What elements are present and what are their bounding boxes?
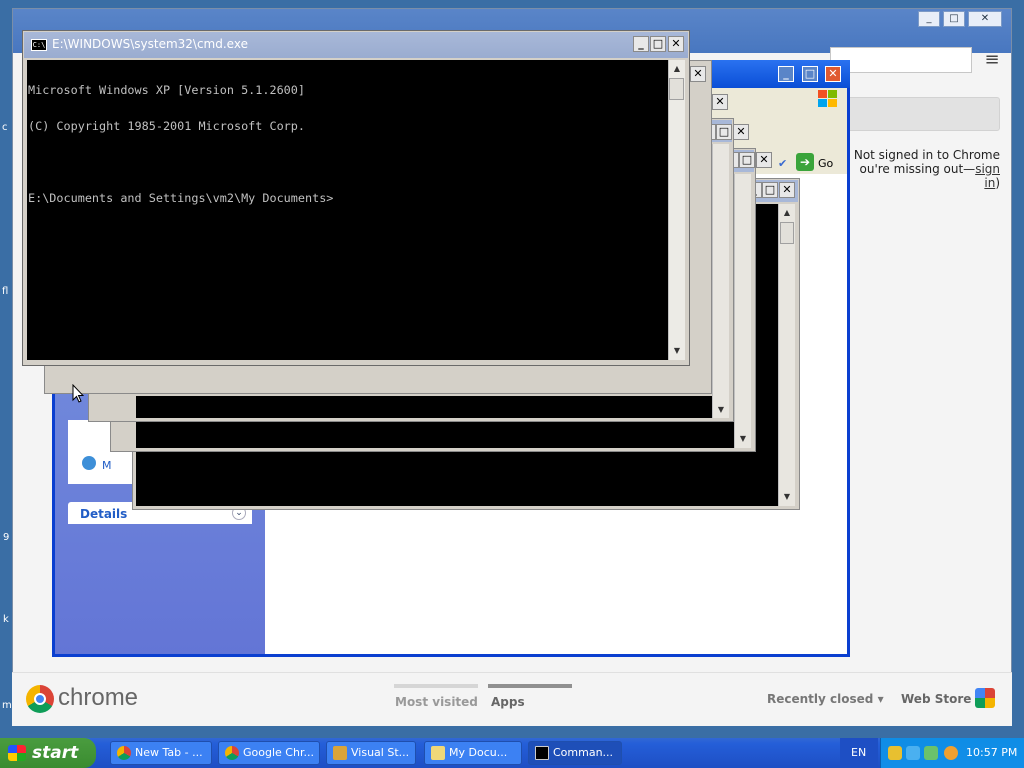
start-label: start [32,743,79,763]
app-tray-icon[interactable] [924,746,938,760]
visual-studio-icon [333,746,347,760]
chrome-search-area[interactable] [846,97,1000,131]
web-store-icon[interactable] [975,688,995,708]
sign-in-promo: Not signed in to Chrome ou're missing ou… [850,148,1000,190]
cmd-output[interactable]: Microsoft Windows XP [Version 5.1.2600] … [28,60,668,216]
chrome-menu-icon[interactable]: ≡ [982,51,1002,70]
scroll-down-icon[interactable]: ▼ [669,344,685,358]
language-indicator[interactable]: EN [851,746,866,759]
desktop-fragment: fl [2,286,9,297]
cmd-icon [535,746,549,760]
folder-icon [431,746,445,760]
desktop-fragment: m [2,700,12,711]
maximize-button[interactable]: □ [739,152,755,168]
maximize-button[interactable]: □ [650,36,666,52]
chrome-icon [225,746,239,760]
close-button[interactable]: ✕ [733,124,749,140]
clock[interactable]: 10:57 PM [966,746,1017,759]
sign-in-promo-suffix: ) [995,176,1000,190]
go-button[interactable]: Go [818,157,833,170]
cmd-console[interactable] [136,422,734,448]
web-store-link[interactable]: Web Store [901,692,971,706]
address-dropdown-icon[interactable]: ✔ [778,157,787,170]
scroll-down-icon[interactable]: ▼ [735,432,751,446]
task-pane-link[interactable]: M [102,459,112,472]
recently-closed-menu[interactable]: Recently closed ▾ [767,692,884,706]
scroll-up-icon[interactable]: ▲ [779,206,795,220]
scroll-thumb[interactable] [780,222,794,244]
scroll-down-icon[interactable]: ▼ [713,403,729,417]
tab-apps[interactable]: Apps [491,695,525,709]
security-shield-icon[interactable] [888,746,902,760]
details-label: Details [80,507,128,521]
scrollbar[interactable] [734,174,751,448]
cmd-line [28,156,668,168]
maximize-button[interactable]: □ [716,124,732,140]
cmd-window-title: E:\WINDOWS\system32\cmd.exe [52,37,248,51]
desktop-fragment: 9 [3,532,10,543]
network-icon [82,456,96,470]
desktop-fragment: k [3,614,9,625]
scroll-thumb[interactable] [669,78,684,100]
chrome-logo-center [34,693,46,705]
sign-in-promo-line2: ou're missing out— [859,162,976,176]
close-button[interactable]: ✕ [712,94,728,110]
scroll-up-icon[interactable]: ▲ [669,62,685,76]
scrollbar[interactable] [712,144,729,418]
network-icon[interactable] [906,746,920,760]
chrome-maximize-button[interactable]: □ [943,11,965,27]
cmd-console[interactable] [136,396,712,418]
scroll-down-icon[interactable]: ▼ [779,490,795,504]
chrome-icon [117,746,131,760]
desktop-fragment: c [2,122,8,133]
search-icon[interactable] [944,746,958,760]
windows-flag-icon [8,745,26,761]
omnibox[interactable] [830,47,972,73]
close-button[interactable]: ✕ [690,66,706,82]
mouse-cursor-icon [72,383,85,407]
cmd-prompt: E:\Documents and Settings\vm2\My Documen… [28,191,334,205]
explorer-close-button[interactable]: ✕ [825,66,841,82]
chevron-down-icon: ▾ [877,692,884,706]
chrome-wordmark: chrome [58,684,139,711]
explorer-minimize-button[interactable]: _ [778,66,794,82]
minimize-button[interactable]: _ [633,36,649,52]
sign-in-promo-line1: Not signed in to Chrome [853,148,1000,162]
close-button[interactable]: ✕ [668,36,684,52]
explorer-maximize-button[interactable]: □ [802,66,818,82]
chrome-minimize-button[interactable]: _ [918,11,940,27]
close-button[interactable]: ✕ [779,182,795,198]
scrollbar[interactable] [668,60,685,360]
most-visited-indicator [394,684,478,688]
cmd-line: Microsoft Windows XP [Version 5.1.2600] [28,83,305,97]
close-button[interactable]: ✕ [756,152,772,168]
chrome-close-button[interactable]: ✕ [968,11,1002,27]
windows-logo-icon [818,90,838,108]
scrollbar[interactable] [778,204,795,506]
maximize-button[interactable]: □ [762,182,778,198]
recently-closed-label: Recently closed [767,692,874,706]
tab-most-visited[interactable]: Most visited [395,695,478,709]
apps-indicator [488,684,572,688]
cmd-icon[interactable]: C:\ [31,39,47,51]
cmd-line: (C) Copyright 1985-2001 Microsoft Corp. [28,119,305,133]
go-arrow-icon[interactable]: ➔ [796,153,814,171]
